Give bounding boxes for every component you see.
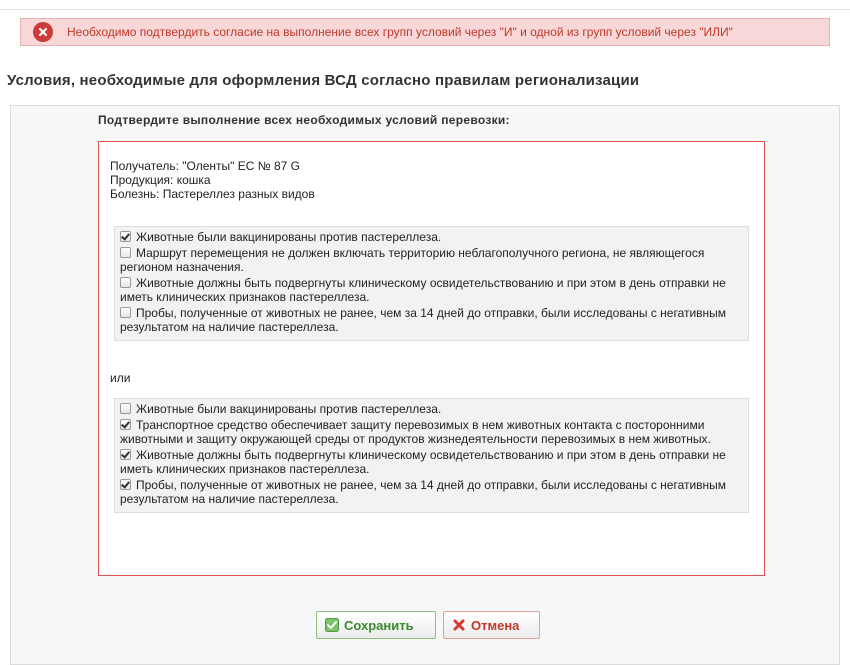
condition-label: Животные были вакцинированы против пасте… xyxy=(136,402,442,416)
condition-item[interactable]: Маршрут перемещения не должен включать т… xyxy=(120,246,743,274)
condition-label: Животные должны быть подвергнуты клиниче… xyxy=(120,276,726,304)
condition-checkbox[interactable] xyxy=(120,231,131,242)
condition-checkbox[interactable] xyxy=(120,307,131,318)
page-title: Условия, необходимые для оформления ВСД … xyxy=(7,72,640,89)
condition-item[interactable]: Животные были вакцинированы против пасте… xyxy=(120,402,743,416)
condition-checkbox[interactable] xyxy=(120,479,131,490)
error-x-circle-icon xyxy=(33,22,53,42)
condition-checkbox[interactable] xyxy=(120,449,131,460)
condition-label: Пробы, полученные от животных не ранее, … xyxy=(120,478,727,506)
condition-label: Пробы, полученные от животных не ранее, … xyxy=(120,306,727,334)
conditions-group-2: Животные были вакцинированы против пасте… xyxy=(114,398,749,513)
condition-label: Животные должны быть подвергнуты клиниче… xyxy=(120,448,726,476)
conditions-group-1: Животные были вакцинированы против пасте… xyxy=(114,226,749,341)
condition-item[interactable]: Транспортное средство обеспечивает защит… xyxy=(120,418,743,446)
shipment-info: Получатель: "Оленты" EC № 87 G Продукция… xyxy=(110,159,315,201)
condition-item[interactable]: Животные были вакцинированы против пасте… xyxy=(120,230,743,244)
disease-text: Болезнь: Пастереллез разных видов xyxy=(110,187,315,201)
checkmark-icon xyxy=(325,618,339,632)
product-text: Продукция: кошка xyxy=(110,173,211,187)
recipient-text: Получатель: "Оленты" EC № 87 G xyxy=(110,159,300,173)
condition-item[interactable]: Животные должны быть подвергнуты клиниче… xyxy=(120,448,743,476)
cancel-button-label: Отмена xyxy=(471,617,520,633)
cross-icon xyxy=(452,618,466,632)
condition-checkbox[interactable] xyxy=(120,403,131,414)
save-button[interactable]: Сохранить xyxy=(316,611,436,639)
or-separator: или xyxy=(110,371,131,385)
condition-label: Маршрут перемещения не должен включать т… xyxy=(120,246,705,274)
condition-checkbox[interactable] xyxy=(120,247,131,258)
condition-item[interactable]: Животные должны быть подвергнуты клиниче… xyxy=(120,276,743,304)
save-button-label: Сохранить xyxy=(344,617,414,633)
cancel-button[interactable]: Отмена xyxy=(443,611,540,639)
condition-checkbox[interactable] xyxy=(120,419,131,430)
error-message-bar: Необходимо подтвердить согласие на выпол… xyxy=(20,18,830,46)
condition-item[interactable]: Пробы, полученные от животных не ранее, … xyxy=(120,306,743,334)
error-message-text: Необходимо подтвердить согласие на выпол… xyxy=(67,25,733,39)
top-divider xyxy=(0,9,850,10)
conditions-subtitle: Подтвердите выполнение всех необходимых … xyxy=(98,113,510,127)
condition-label: Животные были вакцинированы против пасте… xyxy=(136,230,442,244)
condition-label: Транспортное средство обеспечивает защит… xyxy=(120,418,711,446)
condition-item[interactable]: Пробы, полученные от животных не ранее, … xyxy=(120,478,743,506)
condition-checkbox[interactable] xyxy=(120,277,131,288)
